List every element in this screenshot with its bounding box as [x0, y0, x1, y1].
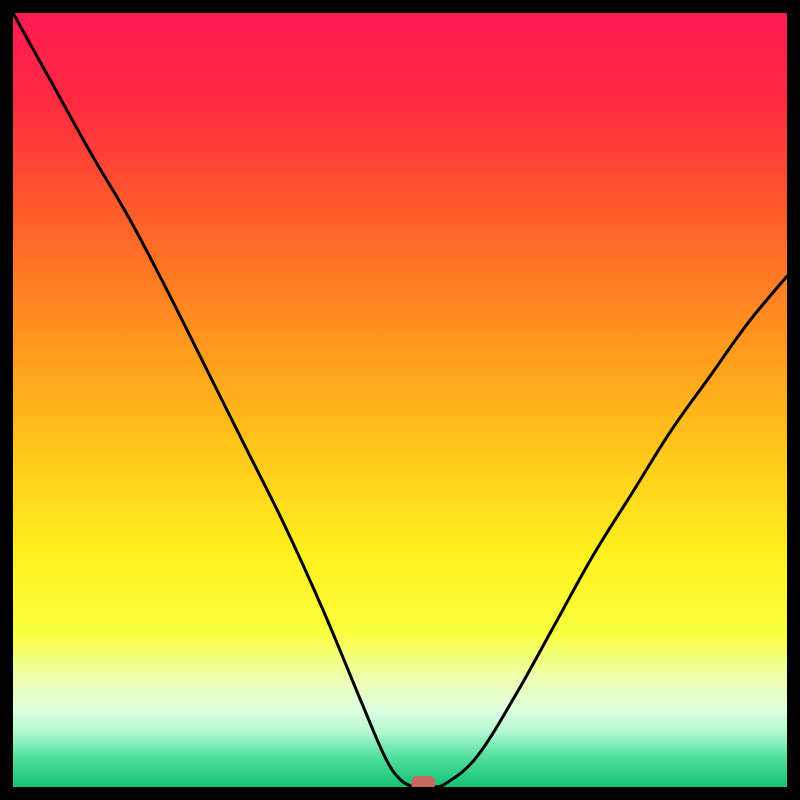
chart-svg [13, 13, 787, 787]
chart-frame: TheBottleneck.com [13, 13, 787, 787]
chart-background [13, 13, 787, 787]
minimum-marker [411, 776, 435, 787]
